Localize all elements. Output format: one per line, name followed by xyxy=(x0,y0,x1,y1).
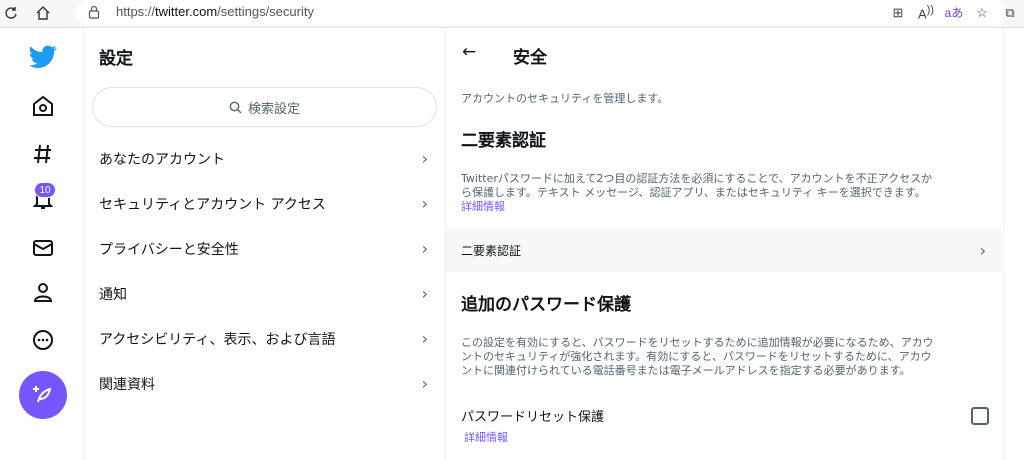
favorites-icon[interactable]: ☆ xyxy=(968,5,996,21)
settings-item-security-access[interactable]: セキュリティとアカウント アクセス › xyxy=(84,181,446,226)
collections-icon[interactable]: ⧉ xyxy=(996,5,1024,21)
pwd-protection-description: この設定を有効にすると、パスワードをリセットするために追加情報が必要になるため、… xyxy=(461,336,934,377)
settings-item-accessibility[interactable]: アクセシビリティ、表示、および言語 › xyxy=(84,316,446,361)
more-options-icon[interactable] xyxy=(24,321,62,359)
pwd-reset-checkbox[interactable] xyxy=(971,406,989,425)
settings-search-input[interactable]: 検索設定 xyxy=(92,87,437,127)
address-bar[interactable]: https://twitter.com/settings/security xyxy=(76,0,1006,25)
tfa-description: Twitterパスワードに加えて2つ目の認証方法を必須にすることで、アカウントを… xyxy=(461,172,991,214)
pwd-learn-more-link[interactable]: 詳細情報 xyxy=(464,429,508,445)
chevron-right-icon: › xyxy=(421,239,428,258)
read-aloud-icon[interactable]: A)) xyxy=(912,4,940,21)
reload-icon[interactable] xyxy=(0,2,22,24)
search-icon xyxy=(229,101,242,113)
settings-panel: 設定 検索設定 あなたのアカウント › セキュリティとアカウント アクセス › プラ… xyxy=(84,28,446,460)
compose-tweet-button[interactable] xyxy=(19,371,67,419)
tfa-settings-row[interactable]: 二要素認証 › xyxy=(446,228,1004,272)
tfa-row-label: 二要素認証 xyxy=(461,243,522,258)
feather-plus-icon xyxy=(33,386,52,403)
settings-item-your-account[interactable]: あなたのアカウント › xyxy=(84,136,446,181)
chevron-right-icon: › xyxy=(979,240,986,260)
chevron-right-icon: › xyxy=(421,329,428,348)
detail-title: 安全 xyxy=(513,48,547,68)
browser-toolbar: https://twitter.com/settings/security ⊞ … xyxy=(0,0,1024,28)
security-detail-panel: ← 安全 アカウントのセキュリティを管理します。 二要素認証 Twitterパス… xyxy=(446,28,1004,460)
app-grid-icon[interactable]: ⊞ xyxy=(884,5,912,21)
profile-person-icon[interactable] xyxy=(24,273,62,311)
pwd-reset-protection-row[interactable]: パスワードリセット保護 xyxy=(461,406,989,425)
notifications-badge: 10 xyxy=(34,182,56,198)
pwd-reset-label: パスワードリセット保護 xyxy=(461,410,605,425)
settings-menu: あなたのアカウント › セキュリティとアカウント アクセス › プライバシーと安全性… xyxy=(84,136,446,406)
pwd-protection-heading: 追加のパスワード保護 xyxy=(461,295,631,315)
tfa-heading: 二要素認証 xyxy=(461,131,546,151)
chevron-right-icon: › xyxy=(421,284,428,303)
settings-title: 設定 xyxy=(99,49,133,69)
home-nav-icon[interactable] xyxy=(24,87,62,125)
translate-icon[interactable]: aあ xyxy=(940,4,968,21)
chevron-right-icon: › xyxy=(421,374,428,393)
chevron-right-icon: › xyxy=(421,194,428,213)
back-arrow-icon[interactable]: ← xyxy=(462,42,476,62)
explore-hashtag-icon[interactable] xyxy=(24,135,62,173)
home-icon[interactable] xyxy=(32,2,54,24)
settings-item-resources[interactable]: 関連資料 › xyxy=(84,361,446,406)
tfa-learn-more-link[interactable]: 詳細情報 xyxy=(461,200,991,214)
detail-lead-text: アカウントのセキュリティを管理します。 xyxy=(461,92,669,105)
chevron-right-icon: › xyxy=(421,149,428,168)
twitter-logo-icon[interactable] xyxy=(24,38,62,76)
messages-mail-icon[interactable] xyxy=(24,229,62,267)
primary-nav: 10 xyxy=(0,28,84,460)
settings-item-notifications[interactable]: 通知 › xyxy=(84,271,446,316)
settings-item-privacy-safety[interactable]: プライバシーと安全性 › xyxy=(84,226,446,271)
lock-icon[interactable] xyxy=(88,4,100,23)
address-text: https://twitter.com/settings/security xyxy=(116,4,314,19)
search-placeholder: 検索設定 xyxy=(247,101,300,117)
